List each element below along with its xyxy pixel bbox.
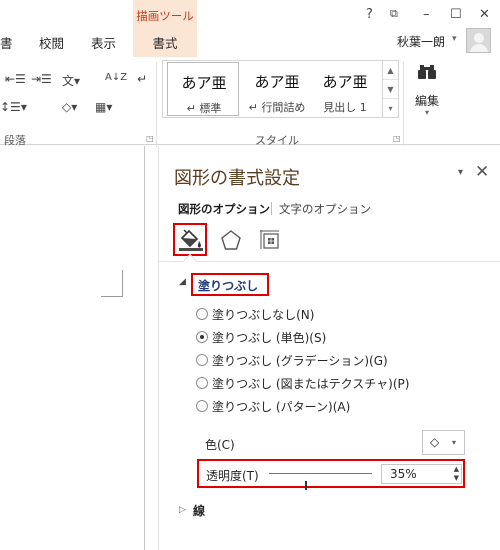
gallery-down-icon[interactable]: ▼ <box>383 80 398 99</box>
radio-button[interactable] <box>196 308 208 320</box>
radio-button[interactable] <box>196 331 208 343</box>
tab-shape-options[interactable]: 図形のオプション <box>178 201 270 217</box>
styles-dialog-launcher-icon[interactable]: ◳ <box>393 134 401 143</box>
ribbon-display-options-icon[interactable]: ⧉ <box>390 7 398 21</box>
radio-label: 塗りつぶしなし(N) <box>212 308 315 322</box>
pentagon-effects-icon[interactable] <box>220 229 242 251</box>
radio-button[interactable] <box>196 354 208 366</box>
style-name: 見出し 1 <box>323 101 367 114</box>
style-no-spacing[interactable]: あア亜 ↵ 行間詰め <box>241 62 313 116</box>
asian-layout-icon[interactable]: 文▾ <box>62 72 80 89</box>
style-heading-1[interactable]: あア亜 見出し 1 <box>309 62 381 116</box>
style-name: ↵ 行間詰め <box>248 101 306 114</box>
chevron-down-icon: ▾ <box>452 438 457 447</box>
line-heading: 線 <box>193 504 206 518</box>
paint-bucket-icon <box>179 229 203 251</box>
editing-button[interactable]: 編集 ▾ <box>408 62 446 124</box>
help-button[interactable]: ? <box>366 7 373 22</box>
expand-triangle-icon: ▷ <box>179 505 186 515</box>
tab-text-options[interactable]: 文字のオプション <box>279 201 371 217</box>
radio-label: 塗りつぶし (単色)(S) <box>212 331 327 345</box>
drawing-tools-contextual-band: 描画ツール 書式 <box>133 0 197 57</box>
styles-gallery: あア亜 ↵ 標準 あア亜 ↵ 行間詰め あア亜 見出し 1 <box>162 60 398 118</box>
format-shape-pane: 図形の書式設定 ▾ ✕ 図形のオプション 文字のオプション ◢ 塗りつぶし 塗り… <box>159 146 500 550</box>
gallery-more-icon[interactable]: ▾ <box>383 99 398 118</box>
transparency-label: 透明度(T) <box>206 469 259 483</box>
fill-line-tab-button[interactable] <box>173 223 207 256</box>
style-sample: あア亜 <box>322 73 368 91</box>
tab-indicator-notch <box>182 253 198 269</box>
radio-button[interactable] <box>196 400 208 412</box>
radio-label: 塗りつぶし (グラデーション)(G) <box>212 354 388 368</box>
minimize-button[interactable]: – <box>423 7 430 22</box>
style-normal[interactable]: あア亜 ↵ 標準 <box>167 62 239 116</box>
tab-format[interactable]: 書式 <box>133 33 197 52</box>
style-sample: あア亜 <box>181 74 227 92</box>
pane-close-icon[interactable]: ✕ <box>475 162 489 182</box>
tab-partial-layout[interactable]: 書 <box>0 33 13 52</box>
editing-label: 編集 <box>414 94 439 108</box>
paint-bucket-icon: ◇ <box>430 435 440 449</box>
gallery-up-icon[interactable]: ▲ <box>383 61 398 80</box>
group-divider <box>156 62 157 147</box>
pane-divider <box>159 261 500 262</box>
pane-options-chevron-icon[interactable]: ▾ <box>458 167 463 178</box>
sort-icon[interactable]: A↓Z <box>105 72 127 83</box>
close-window-button[interactable]: ✕ <box>479 7 490 22</box>
binoculars-icon <box>418 65 436 79</box>
decrease-indent-icon[interactable]: ⇤☰ <box>5 72 26 86</box>
increase-indent-icon[interactable]: ⇥☰ <box>31 72 52 86</box>
size-properties-icon[interactable] <box>259 229 281 251</box>
transparency-spinner[interactable]: 35% ▲ ▼ <box>381 464 462 484</box>
user-name[interactable]: 秋葉一朗 <box>397 33 445 50</box>
shading-icon[interactable]: ◇▾ <box>62 100 77 114</box>
drawing-tools-title: 描画ツール <box>136 9 194 23</box>
fill-section-header[interactable]: ◢ 塗りつぶし <box>179 273 339 296</box>
slider-thumb[interactable] <box>305 481 307 490</box>
transparency-row: 透明度(T) 35% ▲ ▼ <box>197 459 465 490</box>
style-sample: あア亜 <box>254 73 300 91</box>
avatar[interactable] <box>466 28 491 53</box>
page-margin-corner <box>101 270 123 297</box>
radio-label: 塗りつぶし (図またはテクスチャ)(P) <box>212 377 410 391</box>
tab-view[interactable]: 表示 <box>91 33 116 52</box>
paragraph-dialog-launcher-icon[interactable]: ◳ <box>146 134 154 143</box>
fill-heading-highlight: 塗りつぶし <box>191 273 269 296</box>
fill-color-button[interactable]: ◇ ▾ <box>422 430 465 455</box>
line-spacing-icon[interactable]: ↕☰▾ <box>0 100 27 114</box>
tab-divider <box>271 202 272 215</box>
editing-chevron-icon: ▾ <box>424 108 429 117</box>
color-label: 色(C) <box>205 438 235 452</box>
group-divider <box>403 62 404 147</box>
collapse-triangle-icon: ◢ <box>179 277 186 287</box>
transparency-slider[interactable] <box>269 473 372 490</box>
document-area[interactable] <box>0 146 145 550</box>
tab-review[interactable]: 校閲 <box>39 33 64 52</box>
spin-down-icon[interactable]: ▼ <box>454 474 459 482</box>
radio-button[interactable] <box>196 377 208 389</box>
ribbon: 書 校閲 表示 描画ツール 書式 ? ⧉ – ☐ ✕ 秋葉一朗 ▾ ⇤☰ ⇥☰ … <box>0 0 500 147</box>
borders-icon[interactable]: ▦▾ <box>95 100 112 114</box>
radio-label: 塗りつぶし (パターン)(A) <box>212 400 351 414</box>
show-marks-icon[interactable]: ↵ <box>137 72 147 86</box>
user-menu-chevron-icon[interactable]: ▾ <box>452 34 457 44</box>
gallery-scroll: ▲ ▼ ▾ <box>382 60 399 118</box>
transparency-value: 35% <box>390 467 417 481</box>
style-name: ↵ 標準 <box>186 102 222 115</box>
fill-heading: 塗りつぶし <box>198 279 259 293</box>
pane-title: 図形の書式設定 <box>174 168 300 189</box>
spin-up-icon[interactable]: ▲ <box>454 465 459 473</box>
maximize-button[interactable]: ☐ <box>450 7 462 22</box>
